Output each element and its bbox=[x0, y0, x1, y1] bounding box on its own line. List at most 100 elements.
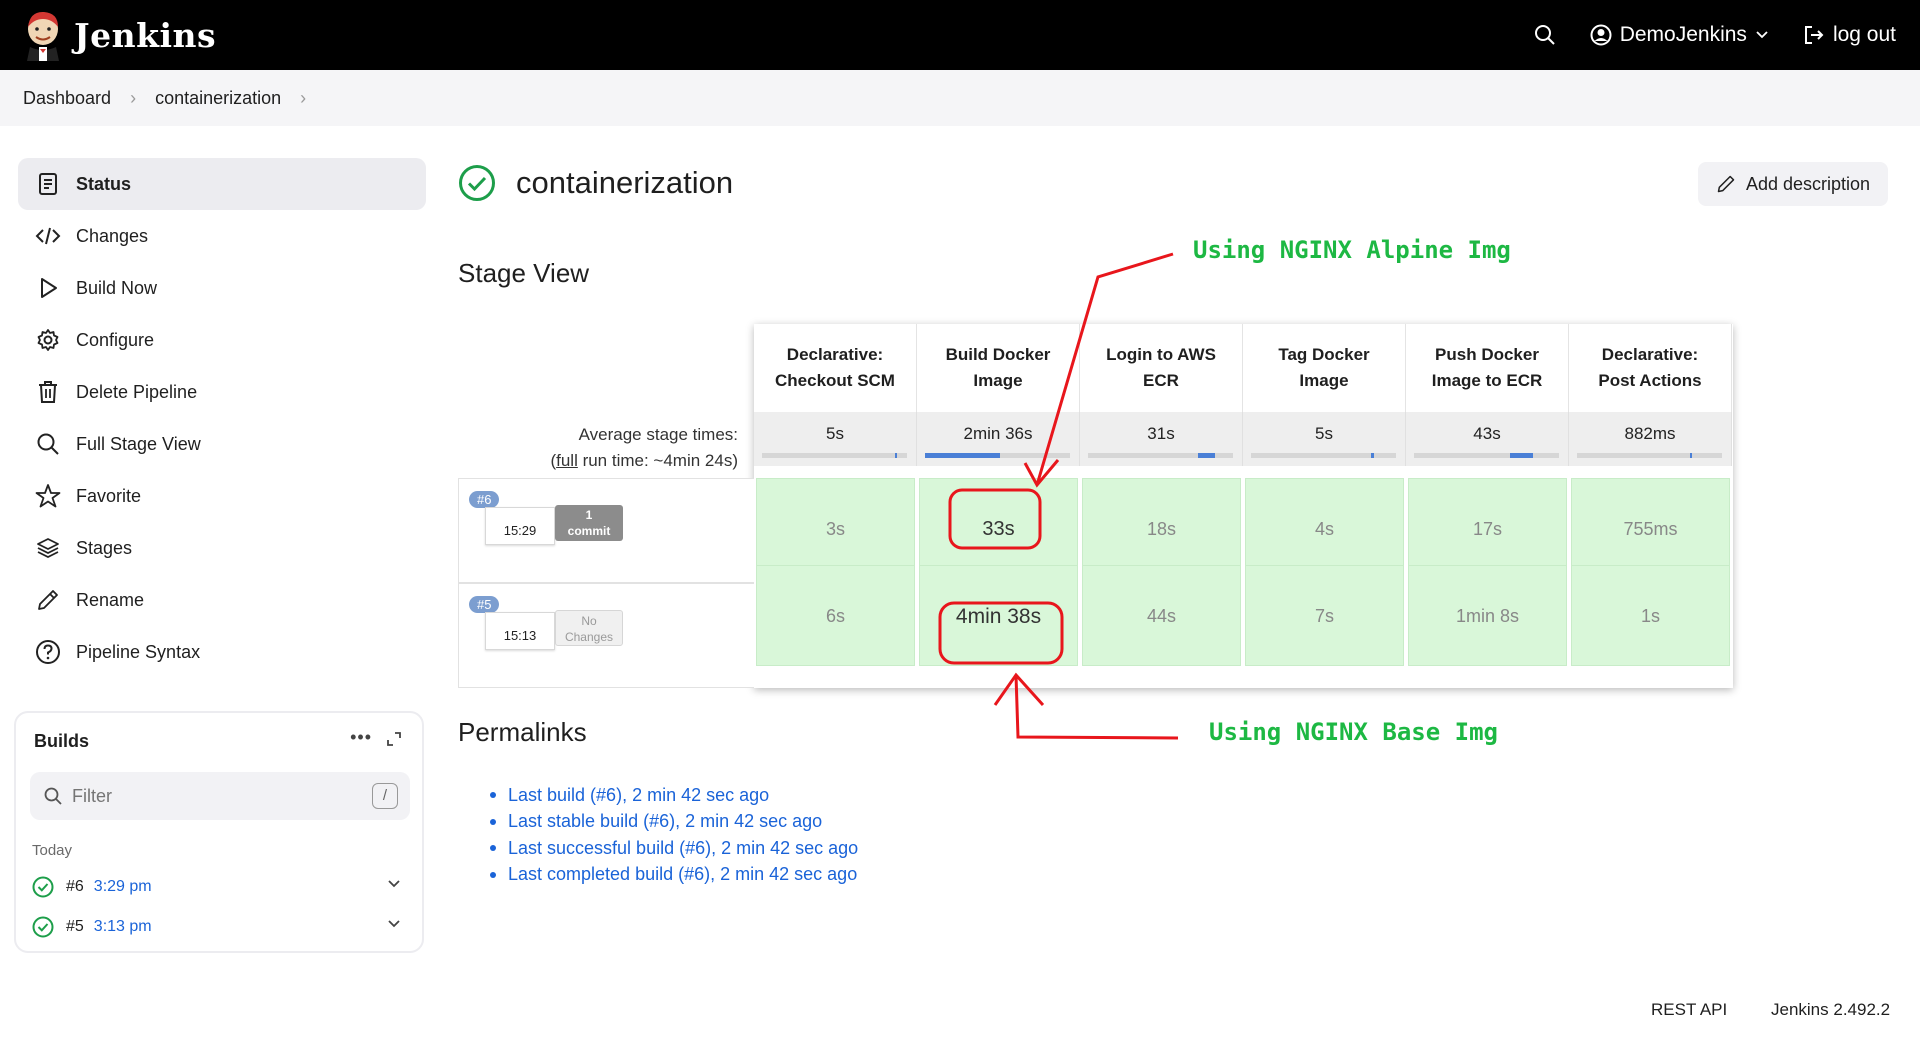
jenkins-version[interactable]: Jenkins 2.492.2 bbox=[1771, 1000, 1890, 1020]
jenkins-home-link[interactable]: Jenkins bbox=[22, 9, 216, 61]
breadcrumb-separator-icon[interactable]: › bbox=[300, 88, 306, 109]
builds-panel: Builds ••• / Today #6 3:29 pm #5 3:13 pm bbox=[14, 711, 424, 953]
stage-average-bar-fill bbox=[1509, 453, 1533, 458]
stage-cell[interactable]: 33s bbox=[919, 478, 1078, 579]
sidebar-item-build-now[interactable]: Build Now bbox=[18, 262, 426, 314]
stage-header-line2: Image bbox=[1299, 371, 1349, 390]
sidebar-item-changes[interactable]: Changes bbox=[18, 210, 426, 262]
more-options-icon[interactable]: ••• bbox=[350, 727, 372, 748]
build-row[interactable]: #5 3:13 pm bbox=[32, 912, 412, 942]
stage-header: Declarative: Checkout SCM bbox=[754, 324, 917, 412]
expand-icon[interactable] bbox=[386, 731, 402, 752]
layers-icon bbox=[34, 534, 62, 562]
stage-header-label: Build Docker Image bbox=[946, 342, 1051, 394]
stage-average-time: 43s bbox=[1406, 412, 1569, 466]
sidebar-item-label: Status bbox=[76, 173, 132, 194]
star-icon bbox=[34, 482, 62, 510]
sidebar-item-rename[interactable]: Rename bbox=[18, 574, 426, 626]
stage-cell[interactable]: 7s bbox=[1245, 565, 1404, 666]
stage-average-value: 31s bbox=[1147, 424, 1175, 443]
user-name: DemoJenkins bbox=[1619, 23, 1747, 46]
breadcrumb-dashboard[interactable]: Dashboard bbox=[23, 88, 111, 109]
build-time[interactable]: 3:29 pm bbox=[94, 878, 152, 896]
run-changes-line1: 1 bbox=[585, 508, 593, 522]
stage-cell[interactable]: 6s bbox=[756, 565, 915, 666]
stage-average-value: 5s bbox=[1315, 424, 1333, 443]
user-icon bbox=[1590, 24, 1612, 46]
stage-header-line1: Declarative: bbox=[1601, 345, 1699, 364]
stage-cell[interactable]: 755ms bbox=[1571, 478, 1730, 579]
stage-average-time: 5s bbox=[1243, 412, 1406, 466]
permalink-item[interactable]: Last stable build (#6), 2 min 42 sec ago bbox=[490, 809, 858, 836]
full-run-link[interactable]: full bbox=[556, 451, 578, 470]
stage-cell[interactable]: 1min 8s bbox=[1408, 565, 1567, 666]
build-number[interactable]: #6 bbox=[66, 878, 84, 896]
bullet-icon bbox=[490, 792, 496, 799]
add-description-button[interactable]: Add description bbox=[1698, 162, 1888, 206]
stage-cell[interactable]: 18s bbox=[1082, 478, 1241, 579]
breadcrumb-separator-icon: › bbox=[130, 87, 137, 108]
stage-header-label: Tag Docker Image bbox=[1278, 342, 1369, 394]
gear-icon bbox=[34, 326, 62, 354]
sidebar-item-favorite[interactable]: Favorite bbox=[18, 470, 426, 522]
sidebar-item-full-stage-view[interactable]: Full Stage View bbox=[18, 418, 426, 470]
stage-header-line2: Checkout SCM bbox=[775, 371, 895, 390]
stage-average-bar bbox=[1414, 453, 1559, 458]
permalink-item[interactable]: Last completed build (#6), 2 min 42 sec … bbox=[490, 862, 858, 889]
run-time: 15:29 bbox=[485, 507, 555, 545]
stage-cell[interactable]: 17s bbox=[1408, 478, 1567, 579]
rest-api-link[interactable]: REST API bbox=[1651, 1000, 1727, 1020]
stage-average-bar-fill bbox=[895, 453, 897, 458]
search-button[interactable] bbox=[1534, 24, 1556, 46]
sidebar-item-stages[interactable]: Stages bbox=[18, 522, 426, 574]
stage-header: Login to AWS ECR bbox=[1080, 324, 1243, 412]
search-icon bbox=[34, 430, 62, 458]
permalink-item[interactable]: Last successful build (#6), 2 min 42 sec… bbox=[490, 835, 858, 862]
page-header: containerization bbox=[458, 164, 733, 202]
stage-cell[interactable]: 4s bbox=[1245, 478, 1404, 579]
stage-header-line1: Tag Docker bbox=[1278, 345, 1370, 364]
run-changes-line2: Changes bbox=[564, 630, 614, 644]
build-time[interactable]: 3:13 pm bbox=[94, 918, 152, 936]
permalink-text[interactable]: Last build (#6), 2 min 42 sec ago bbox=[508, 785, 769, 806]
logout-link[interactable]: log out bbox=[1803, 23, 1896, 47]
stage-average-bar-fill bbox=[1197, 453, 1215, 458]
user-menu[interactable]: DemoJenkins bbox=[1590, 23, 1769, 47]
builds-filter-input[interactable] bbox=[72, 785, 352, 807]
chevron-down-icon[interactable] bbox=[386, 916, 402, 932]
stage-cell[interactable]: 1s bbox=[1571, 565, 1730, 666]
sidebar-item-pipeline-syntax[interactable]: Pipeline Syntax bbox=[18, 626, 426, 678]
stage-header: Push Docker Image to ECR bbox=[1406, 324, 1569, 412]
trash-icon bbox=[34, 378, 62, 406]
builds-filter-field[interactable]: / bbox=[30, 772, 410, 820]
stage-average-bar bbox=[1251, 453, 1396, 458]
stage-view-title: Stage View bbox=[458, 258, 590, 288]
breadcrumb-job[interactable]: containerization bbox=[155, 88, 281, 109]
run-row-header: #5 15:13 No Changes bbox=[458, 583, 754, 688]
build-row[interactable]: #6 3:29 pm bbox=[32, 872, 412, 902]
run-badge[interactable]: #6 bbox=[469, 491, 500, 508]
stage-average-value: 882ms bbox=[1624, 424, 1676, 443]
stage-cell[interactable]: 4min 38s bbox=[919, 565, 1078, 666]
permalink-item[interactable]: Last build (#6), 2 min 42 sec ago bbox=[490, 782, 858, 809]
sidebar-item-label: Configure bbox=[76, 329, 155, 350]
permalink-text[interactable]: Last stable build (#6), 2 min 42 sec ago bbox=[508, 811, 822, 832]
annotation-text-base: Using NGINX Base Img bbox=[1209, 718, 1498, 746]
stage-header: Build Docker Image bbox=[917, 324, 1080, 412]
permalink-text[interactable]: Last completed build (#6), 2 min 42 sec … bbox=[508, 864, 857, 885]
code-icon bbox=[34, 222, 62, 250]
build-number[interactable]: #5 bbox=[66, 918, 84, 936]
stage-cell[interactable]: 44s bbox=[1082, 565, 1241, 666]
stage-average-time: 5s bbox=[754, 412, 917, 466]
run-row-header: #6 15:29 1 commit bbox=[458, 478, 754, 583]
chevron-down-icon[interactable] bbox=[386, 876, 402, 892]
permalink-text[interactable]: Last successful build (#6), 2 min 42 sec… bbox=[508, 838, 858, 859]
sidebar-item-delete-pipeline[interactable]: Delete Pipeline bbox=[18, 366, 426, 418]
stage-cell[interactable]: 3s bbox=[756, 478, 915, 579]
run-changes[interactable]: 1 commit bbox=[555, 505, 623, 541]
search-icon bbox=[1534, 25, 1555, 45]
sidebar-item-configure[interactable]: Configure bbox=[18, 314, 426, 366]
pencil-icon bbox=[34, 586, 62, 614]
run-badge[interactable]: #5 bbox=[469, 596, 500, 613]
sidebar-item-status[interactable]: Status bbox=[18, 158, 426, 210]
